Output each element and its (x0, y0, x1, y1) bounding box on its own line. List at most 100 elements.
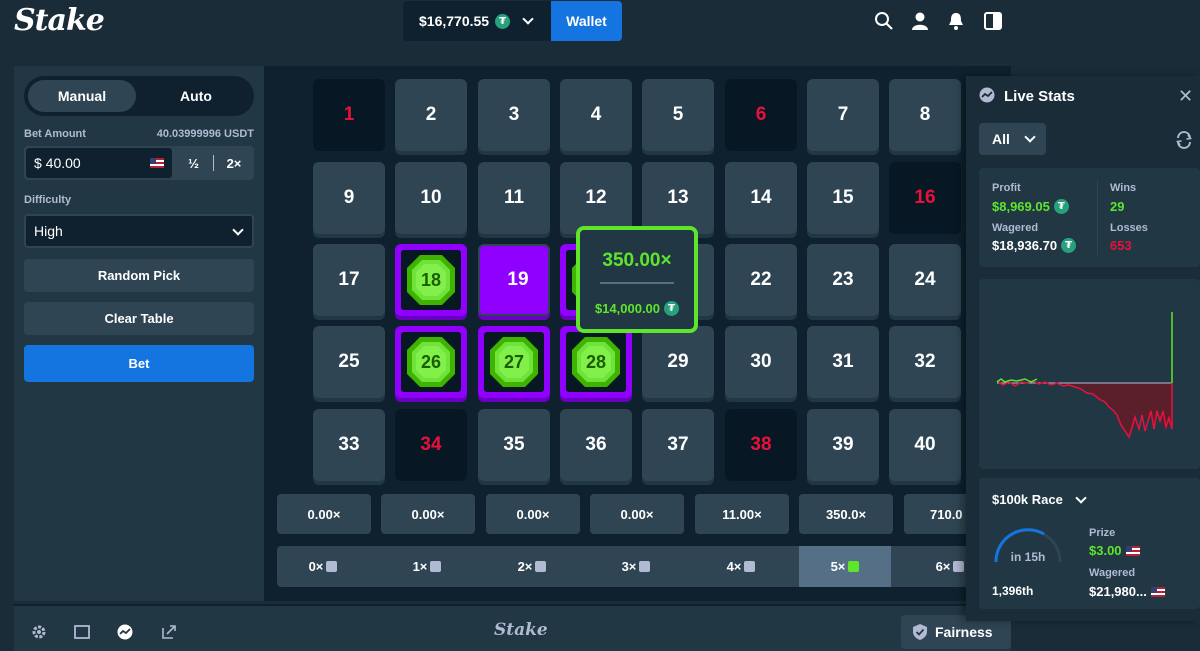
tile-number: 39 (832, 434, 854, 455)
race-panel: $100k Race in 15h 1,396th Prize $3.00 Wa… (979, 478, 1200, 609)
keno-tile-19[interactable]: 19 (478, 244, 550, 316)
search-icon[interactable] (874, 11, 894, 31)
tile-number: 32 (914, 351, 936, 372)
user-icon[interactable] (910, 11, 930, 31)
keno-tile-9[interactable]: 9 (313, 162, 385, 234)
keno-tile-26[interactable]: 26 (395, 326, 467, 398)
stake-logo[interactable]: Stake (14, 3, 105, 38)
keno-tile-17[interactable]: 17 (313, 244, 385, 316)
keno-tile-1[interactable]: 1 (313, 79, 385, 151)
keno-tile-2[interactable]: 2 (395, 79, 467, 151)
prize-value: $3.00 (1089, 543, 1140, 558)
tile-number: 12 (585, 187, 607, 208)
reset-icon[interactable] (1175, 131, 1193, 149)
wallet-button[interactable]: Wallet (551, 1, 622, 41)
keno-tile-14[interactable]: 14 (725, 162, 797, 234)
wagered-label: Wagered (992, 222, 1039, 234)
tile-number: 35 (503, 434, 525, 455)
keno-tile-33[interactable]: 33 (313, 409, 385, 481)
keno-tile-8[interactable]: 8 (889, 79, 961, 151)
tab-manual[interactable]: Manual (28, 80, 136, 112)
gem-square-icon (953, 561, 965, 572)
settings-icon[interactable] (31, 624, 47, 640)
payout-cell: 0.00× (381, 494, 475, 534)
difficulty-value: High (34, 223, 63, 239)
keno-tile-24[interactable]: 24 (889, 244, 961, 316)
prize-amount: $3.00 (1089, 543, 1122, 558)
tile-number: 38 (750, 434, 772, 455)
close-icon[interactable]: ✕ (1178, 86, 1193, 107)
keno-tile-5[interactable]: 5 (642, 79, 714, 151)
race-wagered-label: Wagered (1089, 567, 1136, 579)
random-pick-button[interactable]: Random Pick (24, 259, 254, 292)
tile-number: 5 (672, 104, 684, 125)
keno-tile-36[interactable]: 36 (560, 409, 632, 481)
tooltip-payout-value: $14,000.00 (594, 301, 661, 316)
keno-tile-34[interactable]: 34 (395, 409, 467, 481)
keno-tile-31[interactable]: 31 (807, 326, 879, 398)
hits-cell: 5× (799, 546, 891, 587)
keno-tile-35[interactable]: 35 (478, 409, 550, 481)
race-title: $100k Race (992, 492, 1063, 507)
stats-filter-select[interactable]: All (979, 123, 1046, 155)
keno-tile-23[interactable]: 23 (807, 244, 879, 316)
keno-tile-32[interactable]: 32 (889, 326, 961, 398)
difficulty-select[interactable]: High (24, 214, 254, 248)
theater-mode-icon[interactable] (74, 624, 90, 640)
tile-number: 26 (420, 351, 442, 372)
tile-number: 3 (508, 104, 520, 125)
live-stats-icon (979, 87, 995, 103)
wins-value: 29 (1110, 199, 1125, 214)
payout-cell: 0.00× (486, 494, 580, 534)
keno-tile-29[interactable]: 29 (642, 326, 714, 398)
keno-tile-22[interactable]: 22 (725, 244, 797, 316)
keno-tile-6[interactable]: 6 (725, 79, 797, 151)
keno-tile-28[interactable]: 28 (560, 326, 632, 398)
keno-tile-16[interactable]: 16 (889, 162, 961, 234)
live-stats-panel: Live Stats ✕ All Profit $8,969.05 ₮ Wage… (966, 76, 1200, 621)
keno-tile-12[interactable]: 12 (560, 162, 632, 234)
popout-icon[interactable] (161, 624, 177, 640)
bell-icon[interactable] (946, 11, 966, 31)
bet-amount-row: $ 40.00 ½ 2× (24, 146, 254, 180)
hits-label: 2× (517, 559, 533, 574)
hits-label: 1× (412, 559, 428, 574)
keno-tile-15[interactable]: 15 (807, 162, 879, 234)
double-button[interactable]: 2× (214, 146, 254, 180)
losses-label: Losses (1110, 222, 1148, 234)
hits-bar: 0× 1× 2× 3× 4× 5× 6× (277, 546, 1011, 587)
keno-tile-18[interactable]: 18 (395, 244, 467, 316)
keno-tile-39[interactable]: 39 (807, 409, 879, 481)
balance-selector[interactable]: $16,770.55 ₮ (403, 1, 551, 41)
tab-auto[interactable]: Auto (142, 80, 250, 112)
live-stats-icon[interactable] (117, 624, 133, 640)
keno-tile-3[interactable]: 3 (478, 79, 550, 151)
keno-tile-7[interactable]: 7 (807, 79, 879, 151)
gem-square-icon (744, 561, 756, 572)
bet-button[interactable]: Bet (24, 345, 254, 382)
keno-tile-40[interactable]: 40 (889, 409, 961, 481)
gem-icon: 26 (405, 335, 457, 389)
keno-tile-10[interactable]: 10 (395, 162, 467, 234)
keno-tile-13[interactable]: 13 (642, 162, 714, 234)
clear-table-button[interactable]: Clear Table (24, 302, 254, 335)
keno-tile-25[interactable]: 25 (313, 326, 385, 398)
keno-tile-27[interactable]: 27 (478, 326, 550, 398)
bet-amount-input[interactable]: $ 40.00 (26, 148, 172, 178)
live-stats-title: Live Stats (1004, 88, 1075, 105)
keno-tile-11[interactable]: 11 (478, 162, 550, 234)
tile-number: 23 (832, 269, 854, 290)
keno-tile-30[interactable]: 30 (725, 326, 797, 398)
keno-tile-38[interactable]: 38 (725, 409, 797, 481)
hits-label: 5× (830, 559, 846, 574)
keno-tile-37[interactable]: 37 (642, 409, 714, 481)
losses-value: 653 (1110, 238, 1132, 253)
keno-tile-4[interactable]: 4 (560, 79, 632, 151)
tile-number: 2 (425, 104, 437, 125)
sidebar-toggle-icon[interactable] (983, 11, 1003, 31)
tile-number: 17 (338, 269, 360, 290)
tile-number: 4 (590, 104, 602, 125)
tile-number: 6 (755, 104, 767, 125)
race-selector[interactable]: $100k Race (992, 491, 1087, 507)
half-button[interactable]: ½ (174, 146, 213, 180)
